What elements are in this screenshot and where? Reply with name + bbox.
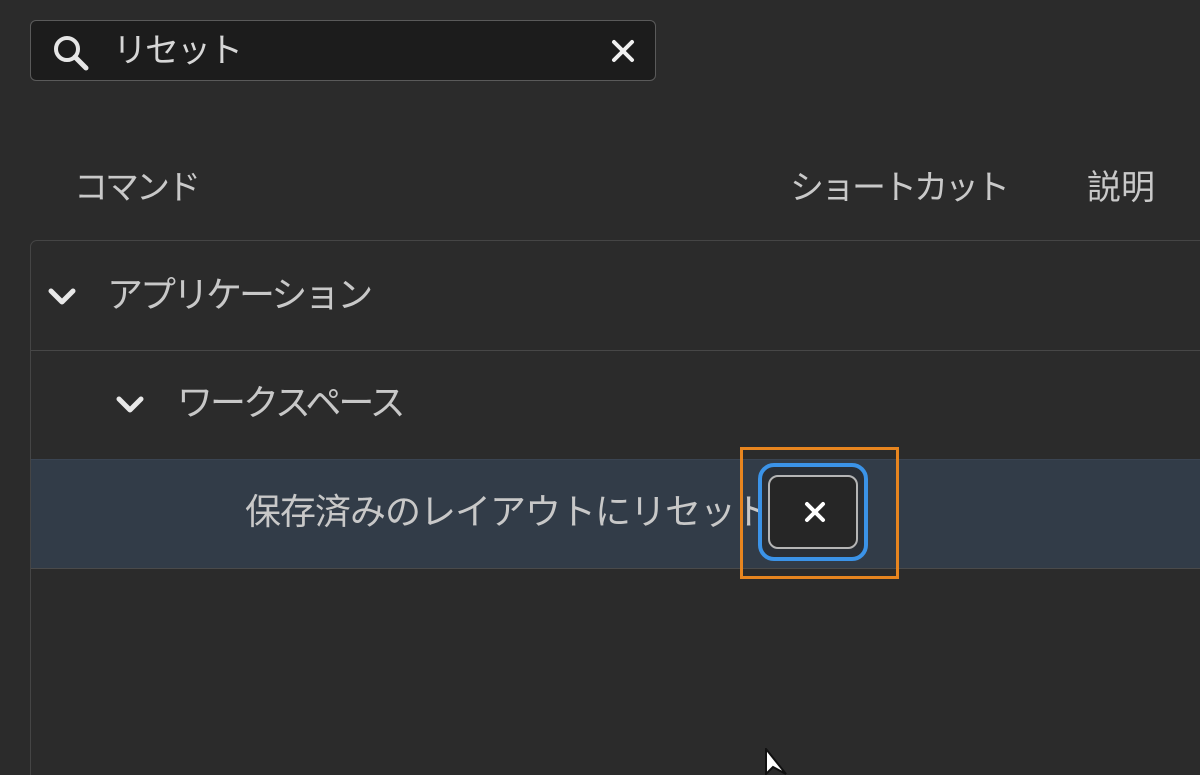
mouse-cursor-icon: [765, 748, 787, 775]
search-box[interactable]: リセット: [30, 20, 656, 81]
shortcut-input[interactable]: [758, 463, 868, 561]
chevron-down-icon[interactable]: [115, 395, 145, 415]
column-header-description[interactable]: 説明: [1087, 166, 1155, 210]
close-icon[interactable]: [609, 37, 637, 65]
search-icon: [54, 36, 89, 71]
command-list: アプリケーション ワークスペース 保存済みのレイアウトにリセット: [30, 240, 1200, 775]
tree-group-application[interactable]: アプリケーション: [31, 241, 1200, 351]
keyboard-shortcuts-panel: リセット コマンド ショートカット 説明 アプリケーション ワークスペース 保存…: [0, 0, 1200, 775]
command-row-reset-layout[interactable]: 保存済みのレイアウトにリセット: [31, 447, 1200, 579]
command-label: 保存済みのレイアウトにリセット: [245, 492, 771, 533]
chevron-down-icon[interactable]: [47, 287, 77, 307]
tree-subgroup-workspace[interactable]: ワークスペース: [31, 351, 1200, 459]
search-input[interactable]: リセット: [113, 31, 243, 71]
column-header-command[interactable]: コマンド: [74, 166, 201, 210]
close-icon[interactable]: [802, 499, 828, 525]
tree-group-label: アプリケーション: [107, 275, 373, 316]
tree-subgroup-label: ワークスペース: [177, 383, 406, 424]
shortcut-field[interactable]: [768, 475, 858, 549]
column-header-shortcut[interactable]: ショートカット: [790, 166, 1010, 210]
